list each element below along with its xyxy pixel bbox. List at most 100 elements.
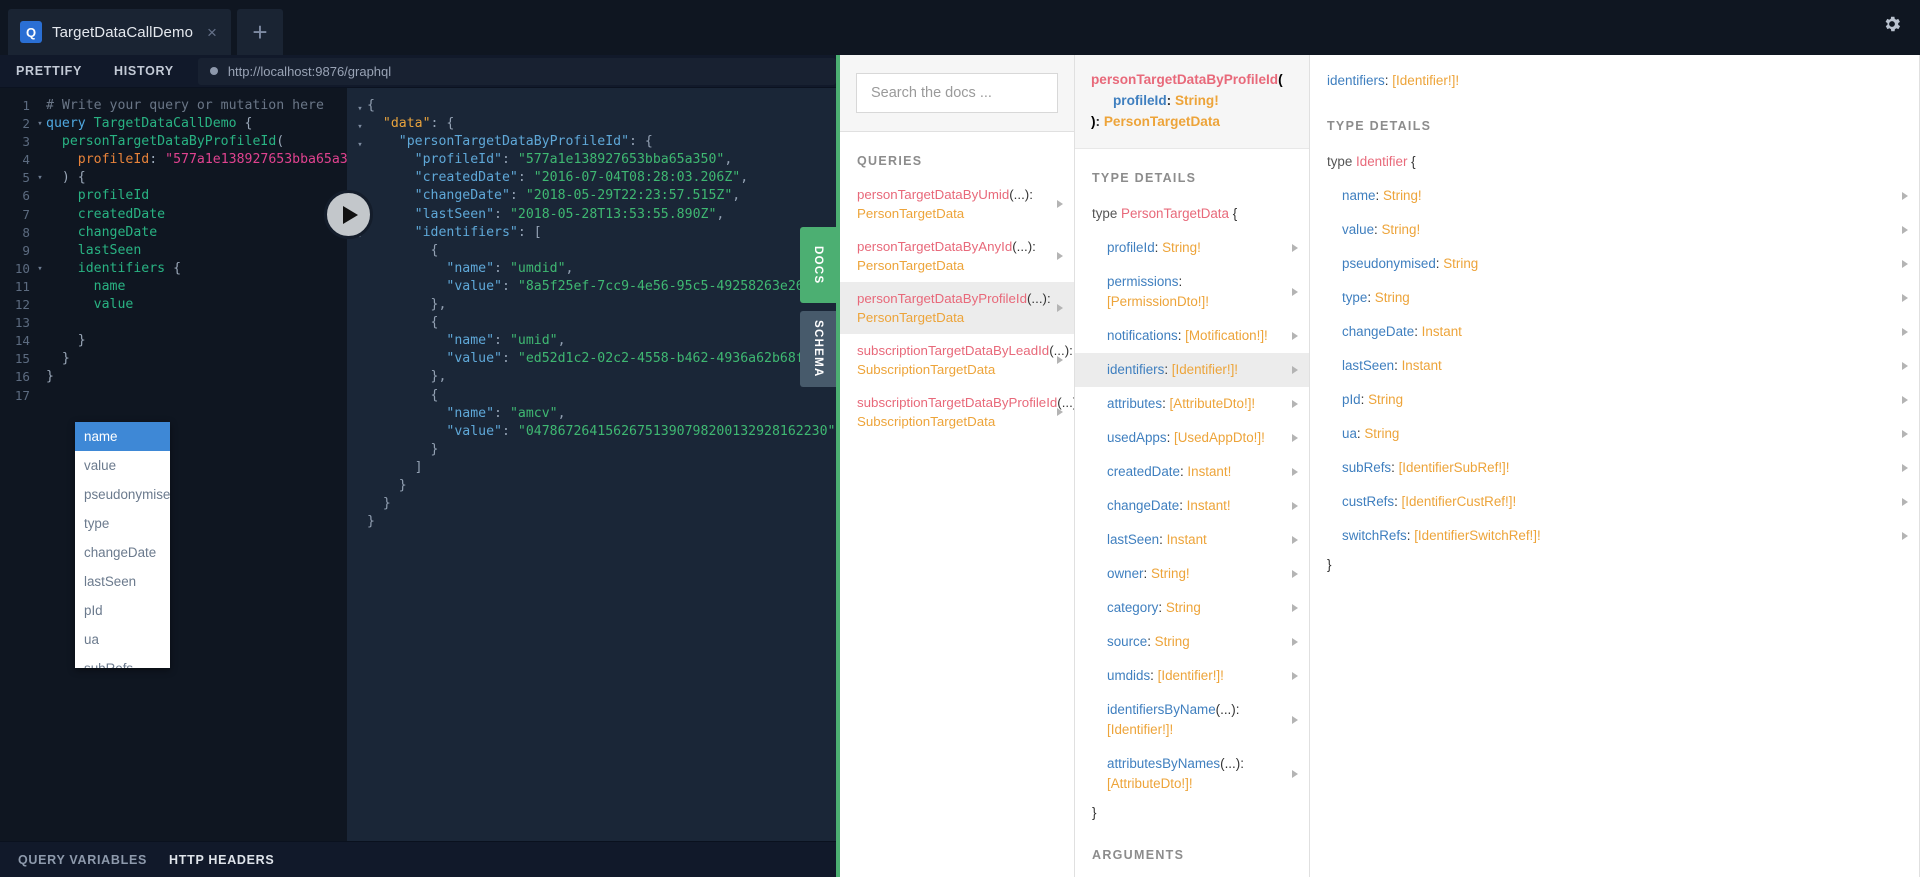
fold-icon[interactable] bbox=[34, 278, 46, 296]
fold-icon[interactable] bbox=[34, 151, 46, 169]
autocomplete-item[interactable]: subRefs bbox=[75, 654, 170, 668]
fold-icon[interactable] bbox=[353, 151, 367, 169]
query-variables-button[interactable]: QUERY VARIABLES bbox=[18, 853, 147, 867]
fold-icon[interactable] bbox=[353, 441, 367, 459]
fold-icon[interactable] bbox=[353, 423, 367, 441]
tab-schema[interactable]: SCHEMA bbox=[800, 311, 836, 387]
identifier-field-row[interactable]: value: String! bbox=[1310, 213, 1919, 247]
fold-icon[interactable] bbox=[353, 368, 367, 386]
fold-icon[interactable] bbox=[34, 296, 46, 314]
fold-icon[interactable] bbox=[34, 350, 46, 368]
editor-tab[interactable]: Q TargetDataCallDemo × bbox=[8, 9, 231, 55]
fold-icon[interactable]: ▾ bbox=[34, 260, 46, 278]
fold-icon[interactable] bbox=[34, 242, 46, 260]
fold-icon[interactable] bbox=[353, 405, 367, 423]
fold-icon[interactable] bbox=[353, 296, 367, 314]
fold-icon[interactable] bbox=[34, 224, 46, 242]
type-field-row[interactable]: owner: String! bbox=[1075, 557, 1309, 591]
fold-icon[interactable] bbox=[34, 368, 46, 386]
type-field-row[interactable]: createdDate: Instant! bbox=[1075, 455, 1309, 489]
type-field-row[interactable]: source: String bbox=[1075, 625, 1309, 659]
query-list-item[interactable]: personTargetDataByAnyId(...): PersonTarg… bbox=[840, 230, 1074, 282]
fold-icon[interactable] bbox=[353, 169, 367, 187]
fold-icon[interactable] bbox=[353, 242, 367, 260]
query-line-text: } bbox=[46, 368, 54, 386]
fold-icon[interactable] bbox=[353, 459, 367, 477]
fold-icon[interactable] bbox=[34, 97, 46, 115]
type-field-row[interactable]: attributes: [AttributeDto!]! bbox=[1075, 387, 1309, 421]
identifier-field-row[interactable]: changeDate: Instant bbox=[1310, 315, 1919, 349]
type-field-row[interactable]: changeDate: Instant! bbox=[1075, 489, 1309, 523]
type-field-row[interactable]: umdids: [Identifier!]! bbox=[1075, 659, 1309, 693]
fold-icon[interactable] bbox=[353, 495, 367, 513]
add-tab-button[interactable]: + bbox=[237, 9, 283, 55]
identifier-field-row[interactable]: name: String! bbox=[1310, 179, 1919, 213]
close-icon[interactable]: × bbox=[207, 24, 217, 41]
fold-icon[interactable] bbox=[34, 387, 46, 405]
autocomplete-item[interactable]: pId bbox=[75, 596, 170, 625]
fold-icon[interactable]: ▾ bbox=[353, 133, 367, 151]
autocomplete-item[interactable]: name bbox=[75, 422, 170, 451]
fold-icon[interactable] bbox=[34, 187, 46, 205]
type-field-row[interactable]: attributesByNames(...): [AttributeDto!]! bbox=[1075, 747, 1309, 801]
type-field-row[interactable]: lastSeen: Instant bbox=[1075, 523, 1309, 557]
fold-icon[interactable] bbox=[353, 260, 367, 278]
gear-icon[interactable] bbox=[1878, 10, 1906, 38]
query-line: 4 profileId: "577a1e138927653bba65a350" bbox=[0, 151, 347, 169]
type-field-row[interactable]: identifiers: [Identifier!]! bbox=[1075, 353, 1309, 387]
fold-icon[interactable]: ▾ bbox=[353, 115, 367, 133]
result-viewer[interactable]: ▾{▾ "data": {▾ "personTargetDataByProfil… bbox=[347, 88, 836, 841]
type-field-row[interactable]: identifiersByName(...): [Identifier!]! bbox=[1075, 693, 1309, 747]
history-button[interactable]: HISTORY bbox=[98, 55, 190, 88]
identifier-field-row[interactable]: subRefs: [IdentifierSubRef!]! bbox=[1310, 451, 1919, 485]
query-list-item[interactable]: personTargetDataByProfileId(...): Person… bbox=[840, 282, 1074, 334]
search-input[interactable] bbox=[856, 73, 1058, 113]
type-field-row[interactable]: usedApps: [UsedAppDto!]! bbox=[1075, 421, 1309, 455]
type-field-row[interactable]: notifications: [Motification!]! bbox=[1075, 319, 1309, 353]
fold-icon[interactable]: ▾ bbox=[34, 169, 46, 187]
signature-open-paren: ( bbox=[1278, 72, 1283, 87]
autocomplete-item[interactable]: pseudonymised bbox=[75, 480, 170, 509]
field-type: String bbox=[1368, 392, 1403, 407]
identifier-field-row[interactable]: pId: String bbox=[1310, 383, 1919, 417]
type-field-row[interactable]: category: String bbox=[1075, 591, 1309, 625]
fold-icon[interactable] bbox=[34, 133, 46, 151]
http-headers-button[interactable]: HTTP HEADERS bbox=[169, 853, 274, 867]
autocomplete-item[interactable]: value bbox=[75, 451, 170, 480]
fold-icon[interactable] bbox=[353, 332, 367, 350]
query-list-item[interactable]: subscriptionTargetDataByLeadId(...): Sub… bbox=[840, 334, 1074, 386]
signature-arg-type: String! bbox=[1175, 93, 1219, 108]
autocomplete-item[interactable]: lastSeen bbox=[75, 567, 170, 596]
type-field-row[interactable]: profileId: String! bbox=[1075, 231, 1309, 265]
identifier-field-row[interactable]: custRefs: [IdentifierCustRef!]! bbox=[1310, 485, 1919, 519]
query-editor[interactable]: 1# Write your query or mutation here2▾qu… bbox=[0, 88, 347, 841]
autocomplete-item[interactable]: ua bbox=[75, 625, 170, 654]
identifier-field-row[interactable]: switchRefs: [IdentifierSwitchRef!]! bbox=[1310, 519, 1919, 553]
type-field-row[interactable]: permissions: [PermissionDto!]! bbox=[1075, 265, 1309, 319]
field-type: String bbox=[1155, 634, 1190, 649]
fold-icon[interactable] bbox=[353, 278, 367, 296]
query-list-item[interactable]: subscriptionTargetDataByProfileId(...): … bbox=[840, 386, 1074, 438]
tab-docs[interactable]: DOCS bbox=[800, 227, 836, 303]
prettify-button[interactable]: PRETTIFY bbox=[0, 55, 98, 88]
query-list-item[interactable]: personTargetDataByUmid(...): PersonTarge… bbox=[840, 178, 1074, 230]
fold-icon[interactable] bbox=[353, 314, 367, 332]
identifier-field-row[interactable]: pseudonymised: String bbox=[1310, 247, 1919, 281]
fold-icon[interactable] bbox=[34, 332, 46, 350]
fold-icon[interactable]: ▾ bbox=[34, 115, 46, 133]
autocomplete-popup[interactable]: namevaluepseudonymisedtypechangeDatelast… bbox=[75, 422, 170, 668]
fold-icon[interactable] bbox=[353, 350, 367, 368]
fold-icon[interactable] bbox=[353, 387, 367, 405]
fold-icon[interactable] bbox=[353, 513, 367, 531]
fold-icon[interactable] bbox=[34, 206, 46, 224]
autocomplete-item[interactable]: changeDate bbox=[75, 538, 170, 567]
identifier-field-row[interactable]: type: String bbox=[1310, 281, 1919, 315]
identifier-field-row[interactable]: lastSeen: Instant bbox=[1310, 349, 1919, 383]
fold-icon[interactable] bbox=[353, 477, 367, 495]
autocomplete-item[interactable]: type bbox=[75, 509, 170, 538]
identifier-field-row[interactable]: ua: String bbox=[1310, 417, 1919, 451]
execute-query-button[interactable] bbox=[324, 190, 373, 239]
fold-icon[interactable]: ▾ bbox=[353, 97, 367, 115]
endpoint-url-field[interactable]: http://localhost:9876/graphql bbox=[198, 58, 836, 85]
fold-icon[interactable] bbox=[34, 314, 46, 332]
